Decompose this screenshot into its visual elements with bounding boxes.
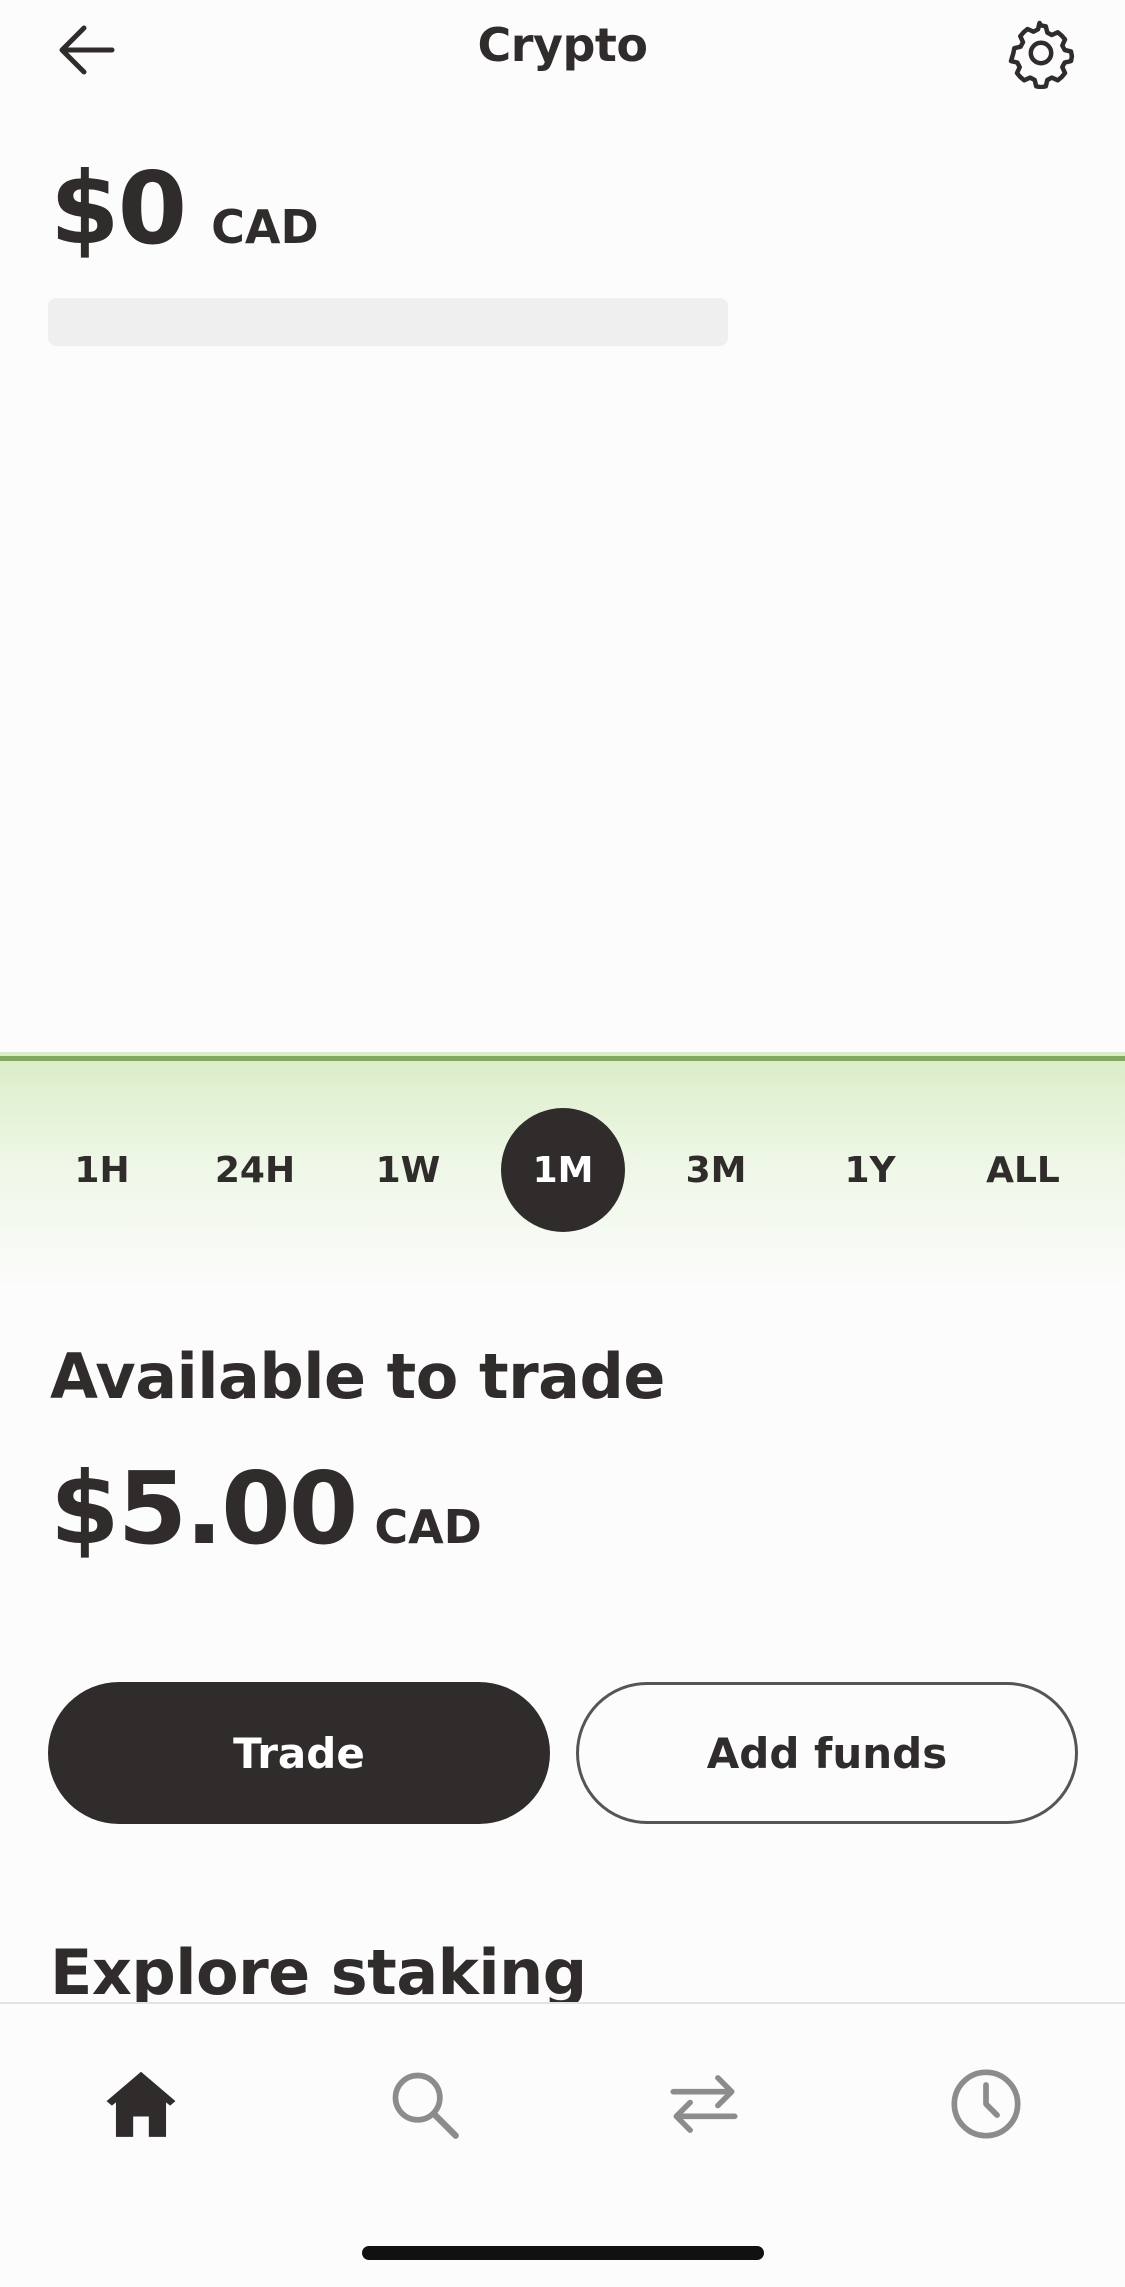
transfer-icon [670, 2075, 738, 2133]
home-icon [106, 2071, 176, 2137]
available-currency: CAD [374, 1500, 482, 1554]
range-1y[interactable]: 1Y [808, 1108, 932, 1232]
range-24h[interactable]: 24H [193, 1108, 317, 1232]
tab-home[interactable] [91, 2054, 191, 2154]
range-1h[interactable]: 1H [40, 1108, 164, 1232]
portfolio-balance: $0 CAD [50, 150, 319, 267]
top-bar: Crypto [0, 0, 1125, 110]
bottom-tab-bar [0, 2002, 1125, 2287]
home-indicator [362, 2246, 764, 2260]
search-icon [392, 2072, 459, 2139]
add-funds-button[interactable]: Add funds [576, 1682, 1078, 1824]
available-balance: $5.00 CAD [50, 1450, 482, 1567]
time-range-selector: 1H 24H 1W 1M 3M 1Y ALL [0, 1108, 1125, 1232]
available-label: Available to trade [50, 1340, 665, 1413]
settings-button[interactable] [996, 8, 1086, 98]
trade-button[interactable]: Trade [48, 1682, 550, 1824]
range-1w[interactable]: 1W [346, 1108, 470, 1232]
explore-section: Explore staking [0, 1930, 1125, 2002]
range-1m[interactable]: 1M [501, 1108, 625, 1232]
clock-icon [951, 2069, 1021, 2139]
explore-staking-heading: Explore staking [50, 1936, 587, 2002]
balance-amount: $0 [50, 150, 187, 267]
range-3m[interactable]: 3M [654, 1108, 778, 1232]
tab-search[interactable] [374, 2054, 474, 2154]
tab-activity[interactable] [936, 2054, 1036, 2154]
chart-line [0, 1056, 1125, 1061]
page-title: Crypto [477, 18, 648, 72]
loading-placeholder [48, 298, 728, 346]
balance-currency: CAD [211, 200, 319, 254]
available-amount: $5.00 [50, 1450, 358, 1567]
range-all[interactable]: ALL [961, 1108, 1085, 1232]
gear-icon [1008, 20, 1075, 89]
tab-transfer[interactable] [654, 2054, 754, 2154]
